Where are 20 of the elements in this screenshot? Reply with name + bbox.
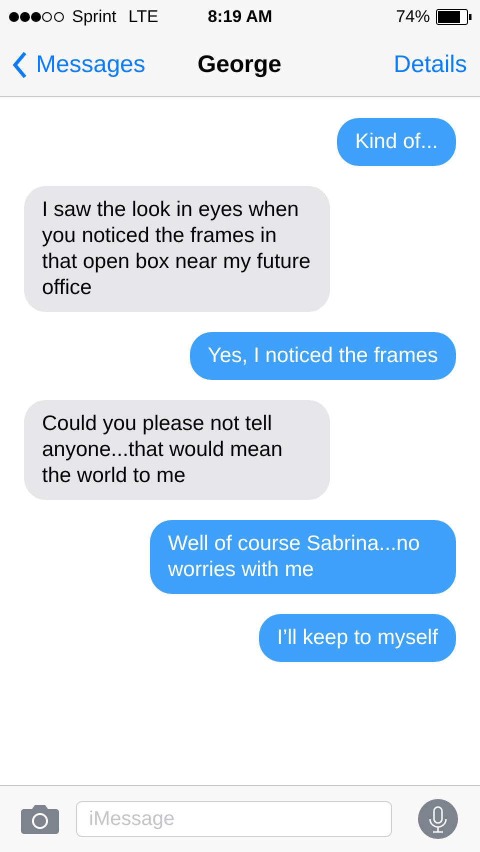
signal-icon [8, 11, 66, 23]
microphone-button[interactable] [418, 799, 458, 839]
status-time: 8:19 AM [208, 7, 272, 27]
battery-icon [436, 9, 472, 25]
message-field[interactable]: iMessage [76, 801, 392, 837]
received-message: Could you please not tell anyone...that would mean the world to me [24, 400, 330, 500]
battery-percent: 74% [396, 7, 430, 27]
network-type: LTE [128, 7, 158, 27]
carrier-name: Sprint [72, 7, 116, 27]
camera-icon[interactable] [20, 804, 60, 834]
contact-name: George [197, 51, 282, 79]
back-label[interactable]: Messages [36, 51, 146, 79]
sent-message: Well of course Sabrina...no worries with me [150, 520, 456, 594]
details-link[interactable]: Details [307, 51, 467, 79]
sent-message: Kind of... [337, 118, 456, 166]
sent-message: Yes, I noticed the frames [190, 332, 456, 380]
back-button[interactable]: Messages [12, 51, 172, 79]
received-message: I saw the look in eyes when you noticed the frames in that open box near my future office [24, 186, 330, 312]
sent-message: I’ll keep to myself [258, 614, 456, 662]
back-chevron-icon [12, 51, 28, 79]
